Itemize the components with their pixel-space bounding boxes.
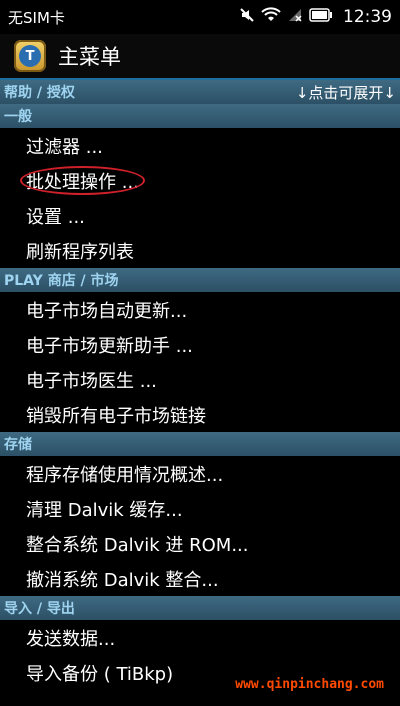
menu-item-label: 批处理操作 ...	[26, 171, 139, 193]
section-play-label: PLAY 商店 / 市场	[4, 273, 119, 289]
section-general-label: 一般	[4, 109, 32, 125]
section-storage: 存储	[0, 432, 400, 456]
menu-item-label: 导入备份 ( TiBkp)	[26, 663, 174, 685]
menu-item-label: 发送数据...	[26, 628, 116, 650]
menu-item-label: 设置 ...	[26, 206, 85, 228]
menu-item-destroy-market-links[interactable]: 销毁所有电子市场链接	[0, 397, 400, 432]
section-help-label: 帮助 / 授权	[4, 85, 75, 101]
menu-item-label: 电子市场自动更新...	[26, 300, 188, 322]
section-general: 一般	[0, 104, 400, 128]
menu-item-integrate-dalvik-rom[interactable]: 整合系统 Dalvik 进 ROM...	[0, 526, 400, 561]
clock: 12:39	[343, 7, 392, 27]
menu-item-market-update-helper[interactable]: 电子市场更新助手 ...	[0, 327, 400, 362]
menu-item-send-data[interactable]: 发送数据...	[0, 620, 400, 655]
status-bar: 无SIM卡 12:39	[0, 0, 400, 34]
titanium-backup-icon[interactable]: T	[14, 40, 46, 72]
section-storage-label: 存储	[4, 437, 32, 453]
menu-item-filters[interactable]: 过滤器 ...	[0, 128, 400, 163]
app-icon-letter: T	[19, 45, 41, 67]
menu-item-label: 刷新程序列表	[26, 241, 134, 263]
signal-icon	[287, 7, 303, 27]
menu-item-market-doctor[interactable]: 电子市场医生 ...	[0, 362, 400, 397]
menu-item-label: 程序存储使用情况概述...	[26, 464, 224, 486]
mute-icon	[239, 7, 255, 27]
section-import-export-label: 导入 / 导出	[4, 601, 75, 617]
menu-item-label: 销毁所有电子市场链接	[26, 405, 206, 427]
section-play-store: PLAY 商店 / 市场	[0, 268, 400, 292]
action-bar: T 主菜单	[0, 34, 400, 80]
menu-item-label: 撤消系统 Dalvik 整合...	[26, 569, 219, 591]
menu-item-storage-overview[interactable]: 程序存储使用情况概述...	[0, 456, 400, 491]
wifi-icon	[261, 7, 281, 27]
menu-item-batch-actions[interactable]: 批处理操作 ...	[0, 163, 400, 198]
battery-icon	[309, 8, 333, 26]
menu-item-undo-dalvik-integration[interactable]: 撤消系统 Dalvik 整合...	[0, 561, 400, 596]
expand-hint[interactable]: ↓点击可展开↓	[296, 82, 396, 103]
watermark: www.qinpinchang.com	[235, 677, 384, 692]
menu-item-market-auto-update[interactable]: 电子市场自动更新...	[0, 292, 400, 327]
carrier-label: 无SIM卡	[8, 8, 65, 27]
menu-item-label: 清理 Dalvik 缓存...	[26, 499, 183, 521]
section-import-export: 导入 / 导出	[0, 596, 400, 620]
menu-item-settings[interactable]: 设置 ...	[0, 198, 400, 233]
menu-item-label: 整合系统 Dalvik 进 ROM...	[26, 534, 249, 556]
menu-item-refresh-list[interactable]: 刷新程序列表	[0, 233, 400, 268]
menu-item-clear-dalvik-cache[interactable]: 清理 Dalvik 缓存...	[0, 491, 400, 526]
menu-item-label: 过滤器 ...	[26, 136, 103, 158]
menu-item-label: 电子市场医生 ...	[26, 370, 157, 392]
menu-item-label: 电子市场更新助手 ...	[26, 335, 193, 357]
section-help[interactable]: 帮助 / 授权 ↓点击可展开↓	[0, 80, 400, 104]
page-title: 主菜单	[58, 45, 121, 69]
